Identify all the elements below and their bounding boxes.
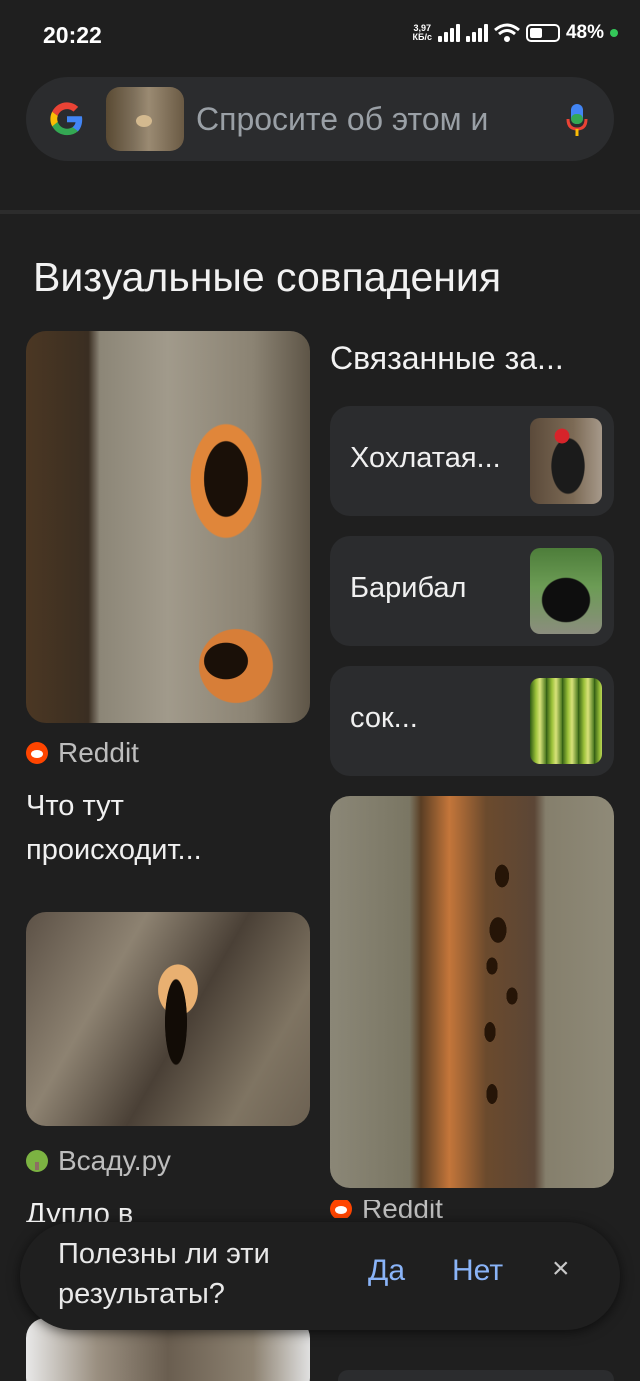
network-speed: 3,97 КБ/с bbox=[412, 23, 432, 42]
related-search-thumbnail bbox=[530, 548, 602, 634]
wifi-icon bbox=[494, 23, 520, 42]
related-search-label: Барибал bbox=[350, 572, 467, 604]
related-search-label: сок... bbox=[350, 702, 418, 734]
section-title: Визуальные совпадения bbox=[33, 254, 502, 300]
close-icon[interactable]: × bbox=[552, 1252, 570, 1286]
query-image-thumbnail[interactable] bbox=[106, 87, 184, 151]
related-searches-title: Связанные за... bbox=[330, 340, 564, 376]
result-source[interactable]: Reddit bbox=[26, 737, 139, 769]
status-bar: 20:22 3,97 КБ/с 48% bbox=[0, 0, 640, 70]
result-source[interactable]: Reddit bbox=[330, 1200, 443, 1218]
related-search-item[interactable]: Барибал bbox=[330, 536, 614, 646]
mic-icon[interactable] bbox=[566, 103, 588, 137]
status-icons: 3,97 КБ/с 48% bbox=[412, 22, 618, 44]
search-input[interactable]: Спросите об этом и bbox=[196, 101, 556, 138]
result-title[interactable]: Дупло в bbox=[26, 1192, 133, 1222]
result-image[interactable] bbox=[26, 912, 310, 1126]
result-source[interactable]: Всаду.ру bbox=[26, 1145, 171, 1177]
signal-icon bbox=[437, 24, 460, 42]
related-search-item[interactable]: Хохлатая... bbox=[330, 406, 614, 516]
feedback-popup: Полезны ли эти результаты? Да Нет × bbox=[20, 1222, 620, 1330]
related-search-label: Хохлатая... bbox=[350, 442, 501, 474]
result-image[interactable] bbox=[330, 796, 614, 1188]
feedback-question: Полезны ли эти результаты? bbox=[58, 1238, 270, 1310]
feedback-no-button[interactable]: Нет bbox=[452, 1254, 503, 1288]
signal-icon bbox=[465, 24, 488, 42]
feedback-yes-button[interactable]: Да bbox=[368, 1254, 405, 1288]
result-image[interactable] bbox=[26, 331, 310, 723]
divider bbox=[0, 210, 640, 214]
google-g-icon bbox=[50, 102, 83, 136]
related-search-thumbnail bbox=[530, 678, 602, 764]
related-search-item[interactable]: сок... bbox=[330, 666, 614, 776]
status-time: 20:22 bbox=[43, 22, 102, 48]
related-search-thumbnail bbox=[530, 418, 602, 504]
privacy-indicator-icon bbox=[610, 29, 618, 37]
result-card[interactable] bbox=[338, 1370, 614, 1381]
battery-percent: 48% bbox=[565, 22, 604, 43]
tree-icon bbox=[26, 1150, 48, 1172]
battery-icon bbox=[525, 24, 560, 42]
reddit-icon bbox=[26, 742, 48, 764]
result-title[interactable]: Что тут происходит... bbox=[26, 784, 306, 872]
search-bar[interactable]: Спросите об этом и bbox=[26, 77, 614, 161]
reddit-icon bbox=[330, 1200, 352, 1218]
